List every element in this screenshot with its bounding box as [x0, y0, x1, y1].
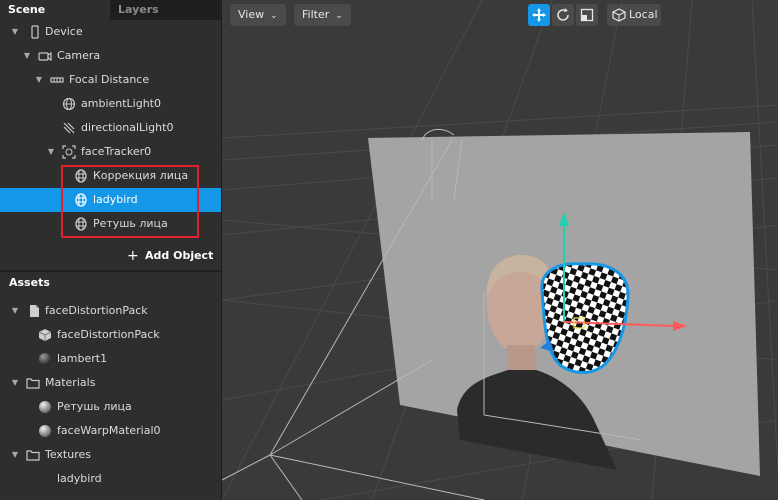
tree-item-ladybird[interactable]: ladybird: [0, 188, 221, 212]
viewport-scene[interactable]: [222, 0, 778, 500]
asset-item-label: faceDistortionPack: [45, 304, 148, 317]
expand-arrow-icon[interactable]: ▼: [10, 371, 20, 395]
asset-item-retouch-material[interactable]: Ретушь лица: [0, 395, 222, 419]
asset-item-label: ladybird: [57, 472, 102, 485]
face-mesh-icon: [75, 193, 87, 207]
material-sphere-icon: [39, 353, 51, 365]
tree-item-label: faceTracker0: [81, 145, 152, 158]
scene-panel: Scene Layers ▼ Device ▼ Camera ▼ Focal D…: [0, 0, 222, 500]
panel-divider[interactable]: [0, 270, 222, 272]
add-object-button[interactable]: + Add Object: [0, 244, 222, 268]
viewport[interactable]: View ⌄ Filter ⌄ Local: [222, 0, 778, 500]
expand-arrow-icon[interactable]: ▼: [22, 44, 32, 68]
asset-item-materials-folder[interactable]: ▼ Materials: [0, 371, 222, 395]
tree-item-label: Camera: [57, 49, 101, 62]
tree-item-label: Ретушь лица: [93, 217, 168, 230]
tree-item-label: Device: [45, 25, 83, 38]
filter-dropdown[interactable]: Filter ⌄: [294, 4, 351, 26]
plus-icon: +: [127, 248, 139, 264]
tree-item-directional-light[interactable]: directionalLight0: [0, 116, 221, 140]
local-space-toggle[interactable]: Local: [607, 4, 661, 26]
face-mesh-icon: [75, 169, 87, 183]
asset-item-label: faceWarpMaterial0: [57, 424, 161, 437]
move-tool-button[interactable]: [528, 4, 550, 26]
asset-item-label: Ретушь лица: [57, 400, 132, 413]
asset-item-label: Textures: [45, 448, 91, 461]
asset-item-label: lambert1: [57, 352, 108, 365]
local-label: Local: [629, 8, 658, 21]
cube-icon: [612, 8, 626, 22]
asset-item-face-distortion-pack[interactable]: ▼ faceDistortionPack: [0, 299, 222, 323]
tab-scene[interactable]: Scene: [0, 0, 110, 20]
assets-tree: ▼ faceDistortionPack faceDistortionPack …: [0, 299, 222, 491]
expand-arrow-icon[interactable]: ▼: [10, 20, 20, 44]
focal-distance-icon: [50, 77, 64, 83]
expand-arrow-icon[interactable]: ▼: [10, 299, 20, 323]
expand-arrow-icon[interactable]: ▼: [10, 443, 20, 467]
device-icon: [31, 25, 39, 39]
move-tool-icon: [532, 8, 546, 22]
chevron-down-icon: ⌄: [270, 11, 278, 21]
expand-arrow-icon[interactable]: ▼: [34, 68, 44, 92]
add-object-label: Add Object: [145, 249, 214, 262]
asset-item-textures-folder[interactable]: ▼ Textures: [0, 443, 222, 467]
tab-layers[interactable]: Layers: [110, 0, 220, 20]
transform-tools: [528, 4, 598, 26]
expand-arrow-icon[interactable]: ▼: [46, 140, 56, 164]
tree-item-label: ladybird: [93, 193, 138, 206]
rotate-tool-button[interactable]: [552, 4, 574, 26]
asset-item-face-warp-material[interactable]: faceWarpMaterial0: [0, 419, 222, 443]
view-dropdown[interactable]: View ⌄: [230, 4, 286, 26]
rotate-tool-icon: [557, 8, 569, 21]
tree-item-label: directionalLight0: [81, 121, 174, 134]
asset-item-label: faceDistortionPack: [57, 328, 160, 341]
cube-icon: [38, 329, 52, 341]
tree-item-label: Focal Distance: [69, 73, 150, 86]
directional-light-icon: [63, 122, 75, 134]
tree-item-face-correction[interactable]: Коррекция лица: [0, 164, 221, 188]
tree-item-face-tracker[interactable]: ▼ faceTracker0: [0, 140, 221, 164]
ambient-light-icon: [62, 97, 76, 111]
asset-item-ladybird-texture[interactable]: ladybird: [0, 467, 222, 491]
scene-tree: ▼ Device ▼ Camera ▼ Focal Distance ambie…: [0, 20, 221, 236]
scale-tool-icon: [580, 8, 594, 22]
panel-tabs: Scene Layers: [0, 0, 221, 20]
camera-icon: [38, 51, 52, 62]
tree-item-focal-distance[interactable]: ▼ Focal Distance: [0, 68, 221, 92]
tree-item-label: ambientLight0: [81, 97, 161, 110]
tree-item-ambient-light[interactable]: ambientLight0: [0, 92, 221, 116]
assets-title: Assets: [9, 276, 50, 289]
folder-icon: [26, 378, 40, 389]
asset-item-label: Materials: [45, 376, 96, 389]
tree-item-camera[interactable]: ▼ Camera: [0, 44, 221, 68]
folder-icon: [26, 450, 40, 461]
view-dropdown-label: View: [238, 8, 265, 21]
file-icon: [30, 305, 39, 317]
tree-item-device[interactable]: ▼ Device: [0, 20, 221, 44]
asset-item-lambert1[interactable]: lambert1: [0, 347, 222, 371]
tree-item-face-retouch[interactable]: Ретушь лица: [0, 212, 221, 236]
face-mesh-icon: [75, 217, 87, 231]
filter-dropdown-label: Filter: [302, 8, 330, 21]
material-sphere-icon: [39, 425, 51, 437]
tree-item-label: Коррекция лица: [93, 169, 189, 182]
face-tracker-icon: [62, 145, 76, 159]
asset-item-face-distortion-pack-mesh[interactable]: faceDistortionPack: [0, 323, 222, 347]
scale-tool-button[interactable]: [576, 4, 598, 26]
material-sphere-icon: [39, 401, 51, 413]
chevron-down-icon: ⌄: [335, 11, 343, 21]
